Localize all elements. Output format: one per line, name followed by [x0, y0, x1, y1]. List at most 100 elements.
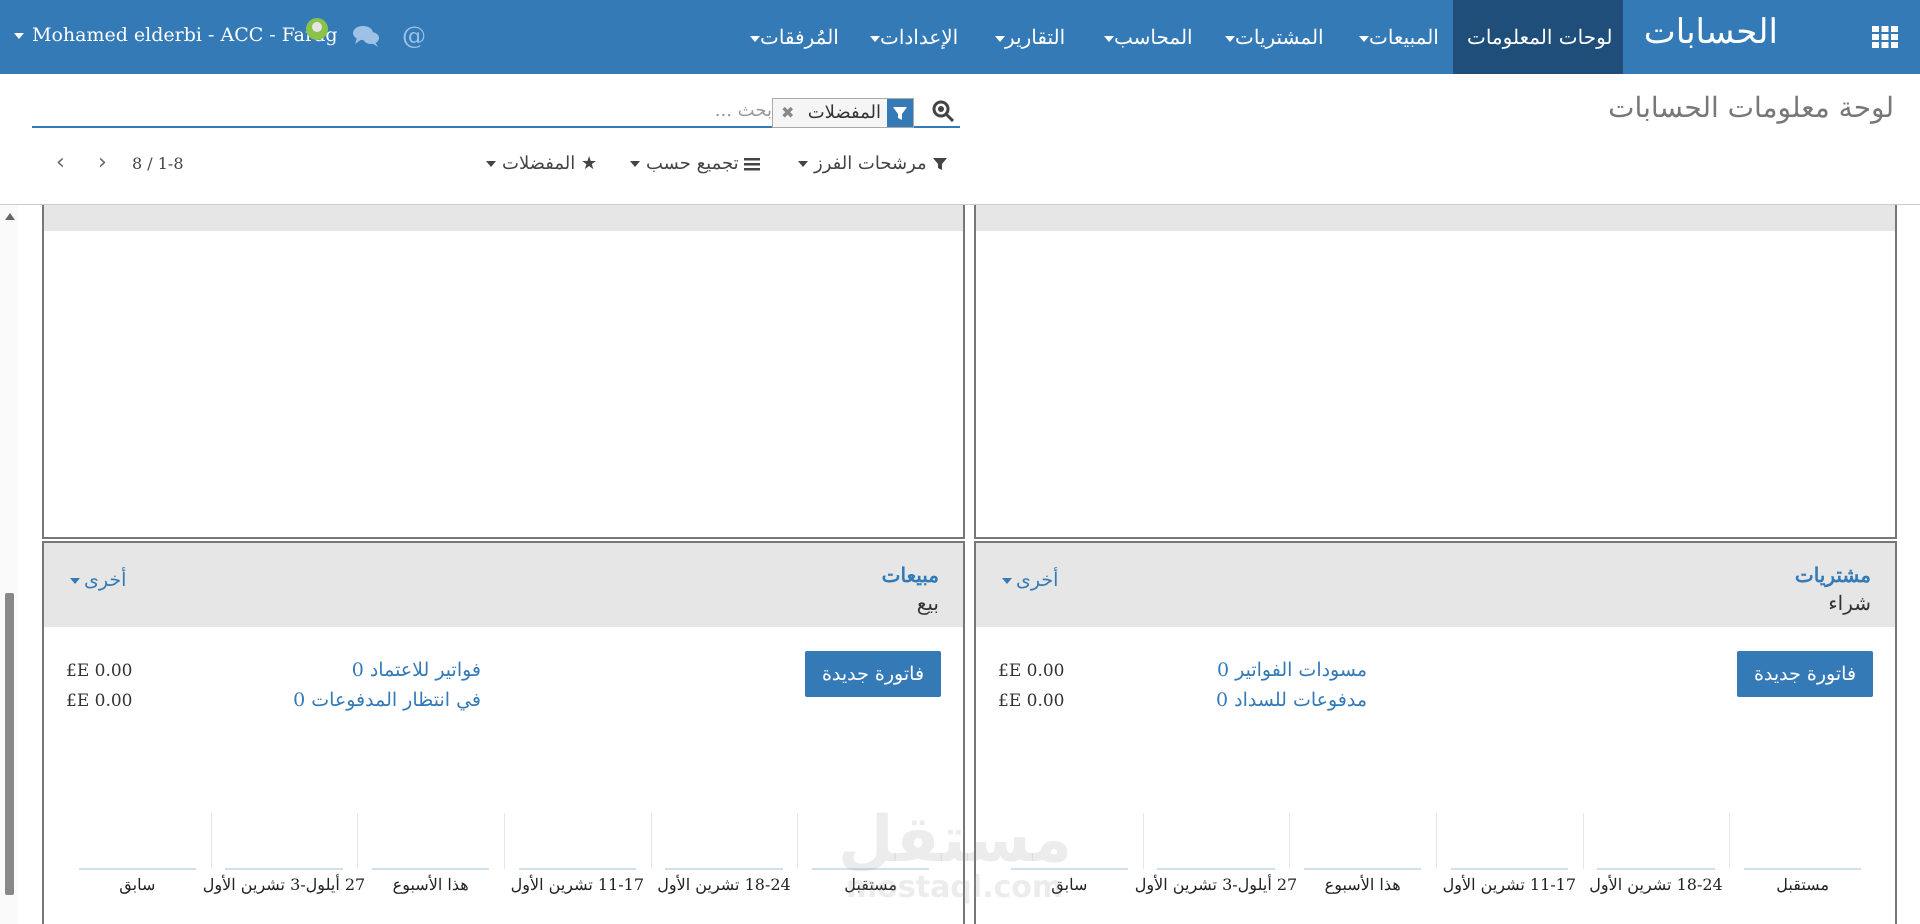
list-icon — [744, 158, 761, 171]
chart-gridline — [1729, 813, 1731, 869]
card-header: مبيعات بيع أخرى — [44, 543, 963, 627]
pager-previous-button[interactable]: ‹ — [56, 150, 65, 175]
chart-gridline — [210, 813, 212, 869]
search-facet[interactable]: المفضلات ✖ — [772, 98, 914, 128]
chart-bar[interactable] — [1597, 868, 1715, 870]
close-icon[interactable]: ✖ — [781, 103, 794, 122]
dashboard-card-top-right — [974, 205, 1897, 539]
amount-value: £E 0.00 — [66, 691, 133, 711]
watermark-logo: مستقل — [838, 803, 1073, 877]
chart-tick-label: 18-24 تشرين الأول — [657, 875, 791, 894]
apps-grid-icon[interactable] — [1872, 26, 1898, 48]
favorites-dropdown[interactable]: المفضلات ★ — [486, 150, 597, 178]
scrollbar-thumb[interactable] — [5, 593, 14, 895]
user-avatar[interactable] — [306, 18, 328, 40]
menu-reports[interactable]: التقارير — [987, 0, 1065, 74]
scrollbar[interactable] — [0, 205, 18, 924]
amount-value: £E 0.00 — [66, 661, 133, 681]
search-input[interactable] — [470, 99, 774, 122]
payments-to-do-link[interactable]: 0 مدفوعات للسداد — [1216, 689, 1367, 711]
menu-accountant[interactable]: المحاسب — [1096, 0, 1193, 74]
journal-bar-chart[interactable]: مستقبل 18-24 تشرين الأول 11-17 تشرين الأول… — [64, 813, 963, 924]
chart-tick-label: 11-17 تشرين الأول — [1442, 875, 1577, 894]
chevron-down-icon — [1225, 35, 1235, 42]
star-icon: ★ — [581, 153, 598, 174]
awaiting-payments-link[interactable]: 0 في انتظار المدفوعات — [293, 689, 481, 711]
journal-bar-chart[interactable]: مستقبل 18-24 تشرين الأول 11-17 تشرين الأول… — [996, 813, 1895, 924]
chat-icon[interactable] — [352, 24, 380, 48]
journal-card-sales: مبيعات بيع أخرى فاتورة جديدة 0 فواتير لل… — [42, 541, 965, 924]
menu-purchases[interactable]: المشتريات — [1217, 0, 1324, 74]
chart-tick-label: 27 أيلول-3 تشرين الأول — [1134, 875, 1298, 894]
journal-card-purchases: مشتريات شراء أخرى فاتورة جديدة 0 مسودات … — [974, 541, 1897, 924]
chart-gridline — [650, 813, 652, 869]
chevron-down-icon — [14, 33, 24, 39]
filters-dropdown[interactable]: مرشحات الفرز — [798, 150, 948, 178]
chevron-down-icon — [70, 578, 80, 584]
chart-gridline — [504, 813, 505, 869]
watermark-url: mostaql.com — [846, 870, 1064, 905]
card-header — [976, 205, 1895, 231]
menu-sales[interactable]: المبيعات — [1351, 0, 1439, 74]
chevron-down-icon — [1002, 578, 1012, 584]
chart-tick-label: هذا الأسبوع — [392, 875, 469, 894]
chart-gridline — [1142, 813, 1144, 869]
chevron-down-icon — [486, 161, 496, 167]
chart-gridline — [357, 813, 359, 869]
menu-settings[interactable]: الإعدادات — [862, 0, 958, 74]
scroll-up-arrow-icon[interactable] — [5, 213, 15, 220]
new-invoice-button[interactable]: فاتورة جديدة — [1737, 651, 1873, 697]
journal-type: شراء — [1828, 591, 1871, 615]
user-menu[interactable]: Mohamed elderbi - ACC - Farag — [14, 0, 338, 70]
chart-bar[interactable] — [1304, 868, 1422, 870]
menu-dashboards[interactable]: لوحات المعلومات — [1467, 0, 1613, 74]
group-by-dropdown[interactable]: تجميع حسب — [630, 150, 761, 178]
chart-bar[interactable] — [1450, 868, 1568, 870]
invoices-to-validate-link[interactable]: 0 فواتير للاعتماد — [352, 659, 481, 681]
filter-icon — [887, 99, 913, 127]
chart-tick-label: 18-24 تشرين الأول — [1589, 875, 1723, 894]
new-invoice-button[interactable]: فاتورة جديدة — [805, 651, 941, 697]
chart-bar[interactable] — [78, 868, 196, 870]
top-navbar: الحسابات لوحات المعلومات المبيعات المشتر… — [0, 0, 1920, 74]
chevron-down-icon — [1104, 35, 1114, 42]
chart-gridline — [1436, 813, 1437, 869]
chart-bar[interactable] — [225, 868, 343, 870]
chart-bar[interactable] — [372, 868, 490, 870]
user-name: Mohamed elderbi - ACC - Farag — [32, 24, 338, 46]
other-dropdown[interactable]: أخرى — [1002, 569, 1058, 591]
chart-tick-label: 11-17 تشرين الأول — [510, 875, 645, 894]
chevron-down-icon — [750, 35, 760, 42]
chart-bar[interactable] — [1157, 868, 1275, 870]
chart-bar[interactable] — [518, 868, 636, 870]
chart-tick-label: 27 أيلول-3 تشرين الأول — [202, 875, 366, 894]
journal-title[interactable]: مبيعات — [882, 563, 939, 587]
pager-next-button[interactable]: › — [98, 150, 107, 175]
facet-label: المفضلات — [807, 102, 881, 123]
chevron-down-icon — [870, 35, 880, 42]
mention-icon[interactable]: @ — [402, 22, 426, 50]
search-bar: المفضلات ✖ — [32, 92, 960, 128]
draft-invoices-link[interactable]: 0 مسودات الفواتير — [1217, 659, 1367, 681]
menu-attachments[interactable]: المُرفقات — [742, 0, 839, 74]
card-header: مشتريات شراء أخرى — [976, 543, 1895, 627]
card-header — [44, 205, 963, 231]
chart-gridline — [1582, 813, 1584, 869]
other-dropdown[interactable]: أخرى — [70, 569, 126, 591]
chevron-down-icon — [995, 35, 1005, 42]
chart-tick-label: سابق — [119, 875, 156, 894]
chart-bar[interactable] — [665, 868, 783, 870]
chart-gridline — [797, 813, 799, 869]
search-icon[interactable] — [932, 100, 954, 122]
pager-value[interactable]: 8 / 1-8 — [132, 154, 184, 173]
app-title[interactable]: الحسابات — [1644, 10, 1778, 54]
chart-tick-label: هذا الأسبوع — [1324, 875, 1401, 894]
chevron-down-icon — [630, 161, 640, 167]
dashboard-card-top-left — [42, 205, 965, 539]
journal-type: بيع — [916, 591, 939, 615]
journal-title[interactable]: مشتريات — [1795, 563, 1871, 587]
filter-icon — [933, 158, 948, 170]
amount-value: £E 0.00 — [998, 661, 1065, 681]
chart-tick-label: مستقبل — [1776, 875, 1830, 894]
chart-bar[interactable] — [1744, 868, 1862, 870]
